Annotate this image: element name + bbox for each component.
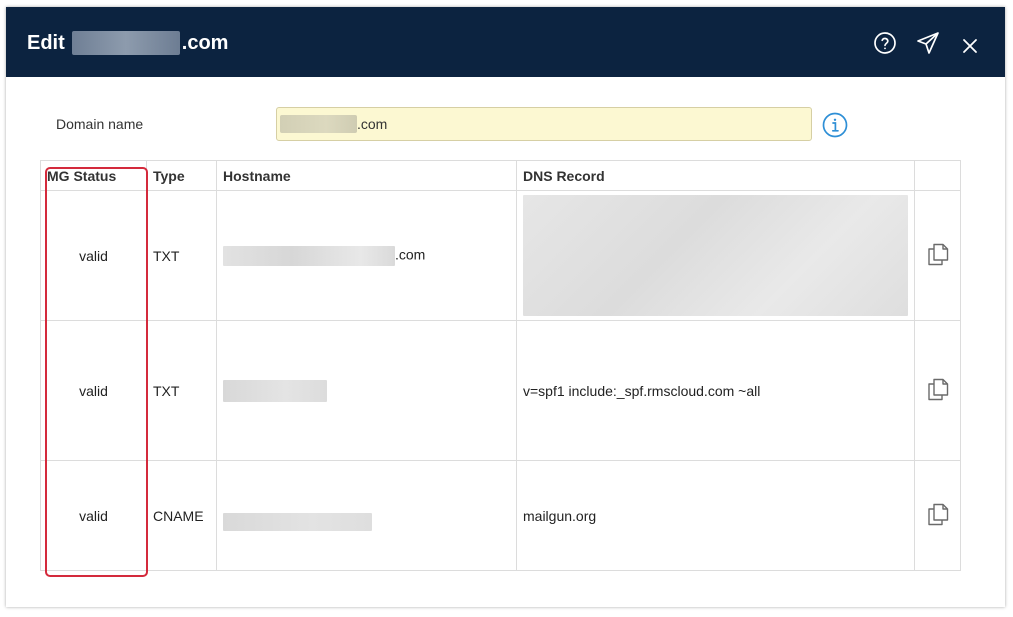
table-header-row: MG Status Type Hostname DNS Record [40,160,961,191]
copy-cell [914,190,961,321]
copy-icon[interactable] [925,241,951,267]
hostname-cell [216,320,517,461]
redacted-hostname [223,245,395,266]
type-cell: TXT [146,320,217,461]
column-header-actions [914,160,961,191]
table-row: valid TXT v=spf1 include:_spf.rmscloud.c… [40,320,961,461]
info-circle-icon[interactable] [822,112,848,138]
domain-name-input[interactable]: .com [276,107,812,141]
copy-cell [914,320,961,461]
table-row: valid TXT .com [40,190,961,321]
column-header-dns-record: DNS Record [516,160,915,191]
dns-record-cell: v=spf1 include:_spf.rmscloud.com ~all [516,320,915,461]
question-circle-icon[interactable] [873,31,897,55]
close-icon[interactable] [958,34,982,58]
column-header-hostname: Hostname [216,160,517,191]
dialog-header: Edit .com [6,7,1005,77]
paper-plane-icon[interactable] [916,31,940,55]
dialog-title: Edit .com [27,30,228,56]
mg-status-cell: valid [40,190,147,321]
redacted-domain [280,115,357,133]
dialog-title-prefix: Edit [27,31,65,54]
mg-status-cell: valid [40,320,147,461]
copy-icon[interactable] [925,501,951,527]
column-header-mg-status: MG Status [40,160,147,191]
column-header-type: Type [146,160,217,191]
domain-name-label: Domain name [56,116,144,132]
type-cell: CNAME [146,460,217,571]
redacted-dns-record [523,195,908,316]
copy-cell [914,460,961,571]
hostname-suffix: .com [395,246,426,263]
type-cell: TXT [146,190,217,321]
dns-records-table: MG Status Type Hostname DNS Record valid… [40,160,961,571]
domain-name-row: Domain name .com [6,107,1005,143]
dialog-title-suffix: .com [181,31,229,54]
hostname-cell: .com [216,190,517,321]
dns-record-cell [516,190,915,321]
dns-record-cell: mailgun.org [516,460,915,571]
copy-icon[interactable] [925,376,951,402]
domain-name-suffix: .com [357,116,388,132]
mg-status-cell: valid [40,460,147,571]
hostname-cell [216,460,517,571]
redacted-hostname [223,512,372,531]
table-row: valid CNAME mailgun.org [40,460,961,571]
redacted-hostname [223,379,327,402]
redacted-domain [71,31,180,55]
